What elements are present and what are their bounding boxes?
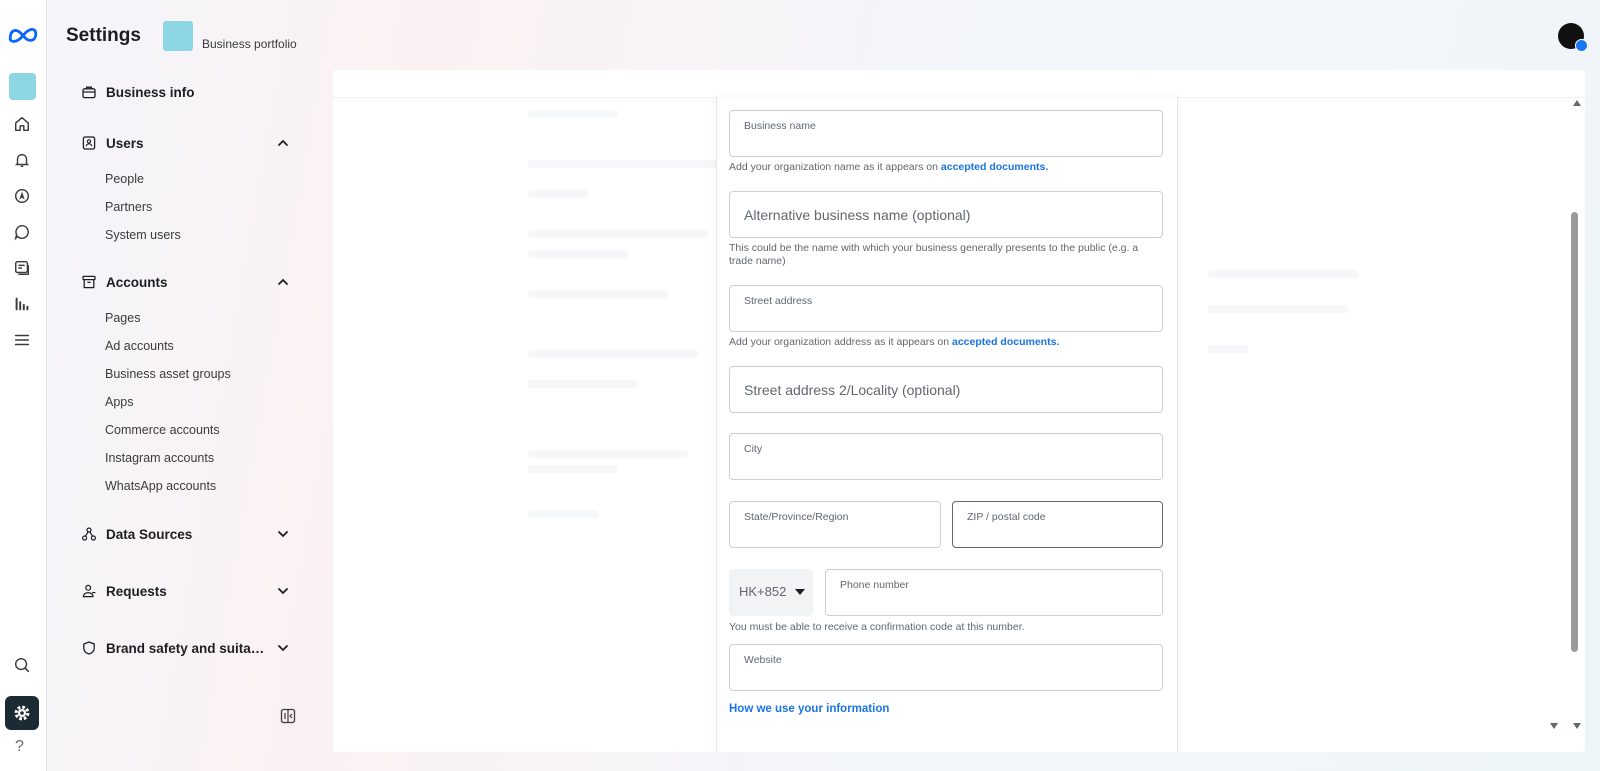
portfolio-image[interactable] <box>163 21 193 51</box>
sidebar-item-pages[interactable]: Pages <box>105 311 140 325</box>
main-panel: Business name Add your organization name… <box>333 70 1585 752</box>
sidebar-section-requests[interactable]: Requests <box>80 579 300 603</box>
bell-icon[interactable] <box>9 147 35 173</box>
page-header: Settings Business portfolio <box>46 0 1600 68</box>
website-label: Website <box>744 654 782 666</box>
search-icon[interactable] <box>9 652 35 678</box>
sidebar-section-label: Data Sources <box>106 526 193 542</box>
alternative-name-placeholder: Alternative business name (optional) <box>744 207 971 223</box>
home-icon[interactable] <box>9 111 35 137</box>
data-sources-icon <box>80 525 98 543</box>
page-title: Settings <box>66 25 141 46</box>
scrollbar[interactable] <box>1550 97 1585 737</box>
state-field[interactable]: State/Province/Region <box>729 501 941 548</box>
help-text: Add your organization name as it appears… <box>729 161 941 173</box>
country-code-select[interactable]: HK+852 <box>729 569 813 616</box>
scroll-thumb[interactable] <box>1571 212 1578 652</box>
sidebar-section-label: Accounts <box>106 274 168 290</box>
facebook-badge-icon <box>1575 39 1588 52</box>
sidebar-section-label: Requests <box>106 583 167 599</box>
phone-number-label: Phone number <box>840 579 909 591</box>
sidebar-item-people[interactable]: People <box>105 172 144 186</box>
sidebar-item-apps[interactable]: Apps <box>105 395 134 409</box>
inner-scroll-down-arrow-icon[interactable] <box>1550 723 1558 729</box>
settings-sidebar: Business info Users People Partners Syst… <box>58 68 308 768</box>
chevron-up-icon[interactable] <box>276 275 290 289</box>
sidebar-item-instagram-accounts[interactable]: Instagram accounts <box>105 451 214 465</box>
business-name-label: Business name <box>744 120 816 132</box>
street-address-field[interactable]: Street address <box>729 285 1163 332</box>
sidebar-item-label: Business info <box>106 84 195 100</box>
phone-help: You must be able to receive a confirmati… <box>729 621 1025 633</box>
help-text: Add your organization address as it appe… <box>729 336 952 348</box>
compass-icon[interactable] <box>9 183 35 209</box>
chart-icon[interactable] <box>9 291 35 317</box>
pages-icon[interactable] <box>9 255 35 281</box>
left-rail: ? <box>0 0 47 771</box>
sidebar-section-label: Users <box>106 135 144 151</box>
business-name-field[interactable]: Business name <box>729 110 1163 157</box>
alternative-name-help: This could be the name with which your b… <box>729 242 1139 267</box>
chevron-up-icon[interactable] <box>276 136 290 150</box>
sidebar-item-business-info[interactable]: Business info <box>80 80 300 104</box>
website-field[interactable]: Website <box>729 644 1163 691</box>
scroll-up-arrow-icon[interactable] <box>1573 100 1581 106</box>
zip-label: ZIP / postal code <box>967 511 1046 523</box>
chevron-down-icon[interactable] <box>276 641 290 655</box>
caret-down-icon <box>795 589 805 595</box>
edit-business-form: Business name Add your organization name… <box>716 97 1178 752</box>
sidebar-section-accounts[interactable]: Accounts <box>80 270 300 294</box>
sidebar-item-ad-accounts[interactable]: Ad accounts <box>105 339 174 353</box>
sidebar-item-commerce-accounts[interactable]: Commerce accounts <box>105 423 220 437</box>
country-code-value: HK+852 <box>739 584 787 599</box>
person-request-icon <box>80 582 98 600</box>
zip-field[interactable]: ZIP / postal code <box>952 501 1163 548</box>
help-icon[interactable]: ? <box>15 738 24 756</box>
briefcase-icon <box>80 83 98 101</box>
chevron-down-icon[interactable] <box>276 527 290 541</box>
business-square-icon[interactable] <box>9 73 36 100</box>
state-label: State/Province/Region <box>744 511 849 523</box>
archive-icon <box>80 273 98 291</box>
phone-number-field[interactable]: Phone number <box>825 569 1163 616</box>
city-field[interactable]: City <box>729 433 1163 480</box>
street-address-label: Street address <box>744 295 813 307</box>
menu-icon[interactable] <box>9 327 35 353</box>
business-name-help: Add your organization name as it appears… <box>729 161 1163 174</box>
portfolio-label[interactable]: Business portfolio <box>202 37 297 51</box>
street-address-2-field[interactable]: Street address 2/Locality (optional) <box>729 366 1163 413</box>
meta-logo-icon[interactable] <box>7 22 39 46</box>
accepted-documents-link[interactable]: accepted documents. <box>941 161 1048 173</box>
accepted-documents-link[interactable]: accepted documents. <box>952 336 1059 348</box>
sidebar-section-label: Brand safety and suitabi... <box>106 640 266 656</box>
id-card-icon <box>80 134 98 152</box>
sidebar-section-brand-safety[interactable]: Brand safety and suitabi... <box>80 636 300 660</box>
collapse-sidebar-icon[interactable] <box>280 708 296 724</box>
scroll-down-arrow-icon[interactable] <box>1573 723 1581 729</box>
sidebar-item-business-asset-groups[interactable]: Business asset groups <box>105 367 231 381</box>
panel-topbar <box>333 70 1585 98</box>
sidebar-item-partners[interactable]: Partners <box>105 200 152 214</box>
sidebar-section-users[interactable]: Users <box>80 131 300 155</box>
street-address-2-placeholder: Street address 2/Locality (optional) <box>744 382 961 398</box>
sidebar-item-whatsapp-accounts[interactable]: WhatsApp accounts <box>105 479 216 493</box>
shield-icon <box>80 639 98 657</box>
alternative-name-field[interactable]: Alternative business name (optional) <box>729 191 1163 238</box>
chat-icon[interactable] <box>9 219 35 245</box>
how-we-use-info-link[interactable]: How we use your information <box>729 703 889 715</box>
city-label: City <box>744 443 763 455</box>
gear-icon[interactable] <box>5 696 39 730</box>
sidebar-item-system-users[interactable]: System users <box>105 228 181 242</box>
street-address-help: Add your organization address as it appe… <box>729 336 1163 349</box>
sidebar-section-data-sources[interactable]: Data Sources <box>80 522 300 546</box>
chevron-down-icon[interactable] <box>276 584 290 598</box>
